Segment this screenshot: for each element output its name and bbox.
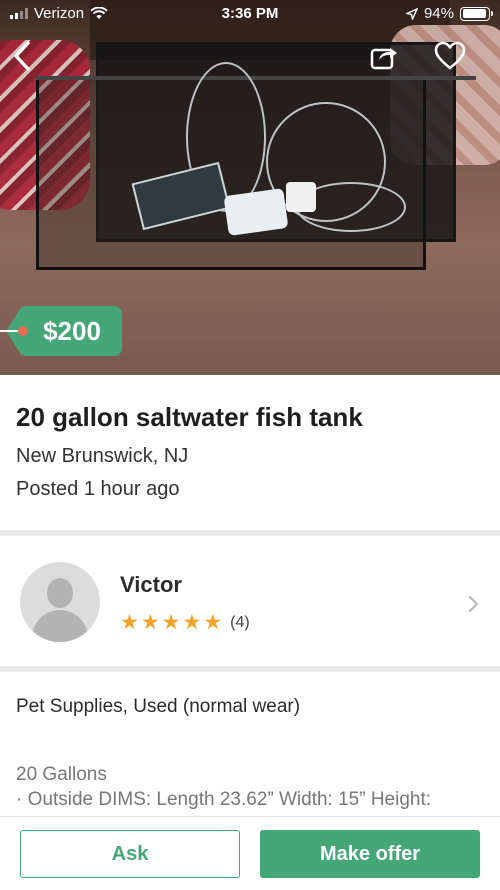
battery-percent: 94% (423, 5, 454, 22)
star-icon: ★ (203, 611, 223, 634)
star-icon: ★ (161, 611, 181, 634)
chevron-right-icon[interactable] (466, 592, 482, 616)
category-condition: Pet Supplies, Used (normal wear) (16, 696, 301, 717)
seller-name[interactable]: Victor (120, 572, 182, 598)
posted-time: Posted 1 hour ago (16, 478, 180, 500)
status-bar: Verizon 3:36 PM 94% (0, 0, 500, 28)
star-icon: ★ (140, 611, 160, 634)
review-count: (4) (230, 613, 250, 631)
price-label: $200 (43, 315, 101, 346)
heart-icon[interactable] (432, 38, 468, 74)
back-icon[interactable] (4, 38, 40, 74)
price-tag: $200 (0, 306, 122, 356)
location-arrow-icon (405, 7, 418, 20)
avatar[interactable] (20, 562, 100, 642)
divider (0, 530, 500, 536)
make-offer-button[interactable]: Make offer (260, 830, 480, 878)
seller-rating: ★ ★ ★ ★ ★ (4) (120, 612, 250, 633)
seller-row[interactable]: Victor ★ ★ ★ ★ ★ (4) (0, 540, 500, 666)
star-icon: ★ (182, 611, 202, 634)
action-bar: Ask Make offer (0, 816, 500, 890)
photo-fish-tank (36, 42, 476, 270)
listing-location[interactable]: New Brunswick, NJ (16, 445, 188, 468)
battery-icon (460, 6, 493, 21)
description: 20 Gallons · Outside DIMS: Length 23.62”… (16, 762, 431, 812)
description-line: · Outside DIMS: Length 23.62” Width: 15”… (16, 789, 432, 810)
description-line: 20 Gallons (16, 764, 107, 785)
star-icon: ★ (120, 611, 139, 634)
share-icon[interactable] (366, 38, 402, 74)
listing-title: 20 gallon saltwater fish tank (16, 402, 363, 432)
ask-button[interactable]: Ask (20, 830, 240, 878)
divider (0, 666, 500, 672)
